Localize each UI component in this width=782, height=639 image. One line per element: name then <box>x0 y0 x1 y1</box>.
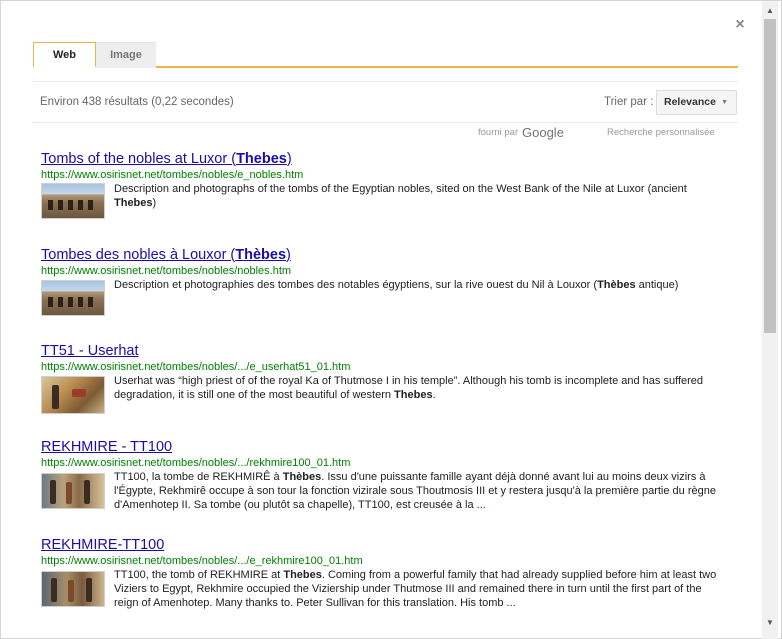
thumb-detail <box>48 200 53 210</box>
title-text: Tombes des nobles à Louxor ( <box>41 247 236 263</box>
divider <box>33 81 738 82</box>
search-dialog: × Web Image Environ 438 résultats (0,22 … <box>0 0 782 639</box>
thumb-detail <box>78 297 83 307</box>
divider <box>33 122 738 123</box>
title-text: ) <box>286 151 292 167</box>
result-url: https://www.osirisnet.net/tombes/nobles/… <box>41 457 351 469</box>
snippet-ellipsis: ... <box>476 499 486 511</box>
result-thumbnail[interactable] <box>41 376 105 414</box>
result-url: https://www.osirisnet.net/tombes/nobles/… <box>41 361 351 373</box>
scrollbar-thumb[interactable] <box>764 19 776 333</box>
result-thumbnail[interactable] <box>41 571 105 607</box>
result-snippet: TT100, la tombe de REKHMIRÊ à Thèbes. Is… <box>114 470 728 512</box>
search-result: REKHMIRE-TT100 https://www.osirisnet.net… <box>41 537 731 609</box>
result-thumbnail[interactable] <box>41 280 105 316</box>
title-text: REKHMIRE-TT100 <box>41 537 165 553</box>
tab-image[interactable]: Image <box>96 42 156 68</box>
thumb-detail <box>66 482 72 504</box>
google-logo: Google <box>522 125 564 140</box>
thumb-detail <box>72 389 86 397</box>
snippet-highlight: Thebes <box>114 197 153 209</box>
scrollbar[interactable]: ▲ ▼ <box>762 1 778 639</box>
title-text: Tombs of the nobles at Luxor ( <box>41 151 237 167</box>
snippet-ellipsis: ... <box>506 597 516 609</box>
chevron-up-icon[interactable]: ▲ <box>762 4 778 18</box>
thumb-detail <box>58 297 63 307</box>
sort-label: Trier par : <box>604 96 654 108</box>
tab-web[interactable]: Web <box>33 42 96 68</box>
result-count: Environ 438 résultats (0,22 secondes) <box>40 96 234 108</box>
chevron-down-icon: ▼ <box>721 99 728 106</box>
thumb-detail <box>68 200 73 210</box>
sort-select[interactable]: Relevance ▼ <box>656 90 737 115</box>
snippet-text: Description et photographies des tombes … <box>114 279 598 291</box>
thumb-detail <box>52 385 59 409</box>
thumb-detail <box>48 297 53 307</box>
search-result: REKHMIRE - TT100 https://www.osirisnet.n… <box>41 439 731 511</box>
title-highlight: Thèbes <box>235 247 287 263</box>
result-title-link[interactable]: REKHMIRE - TT100 <box>41 439 731 456</box>
thumb-detail <box>68 580 74 602</box>
thumb-detail <box>84 480 90 504</box>
close-icon[interactable]: × <box>733 17 747 33</box>
search-result: TT51 - Userhat https://www.osirisnet.net… <box>41 343 731 414</box>
snippet-text: TT100, la tombe de REKHMIRÊ à <box>114 471 283 483</box>
snippet-highlight: Thebes <box>283 569 322 581</box>
snippet-highlight: Thebes <box>394 389 433 401</box>
title-text: ) <box>286 247 291 263</box>
result-snippet: Userhat was “high priest of of the royal… <box>114 374 728 402</box>
result-title-link[interactable]: Tombes des nobles à Louxor (Thèbes) <box>41 247 731 264</box>
result-thumbnail[interactable] <box>41 183 105 219</box>
snippet-text: . <box>432 389 436 401</box>
result-title-link[interactable]: TT51 - Userhat <box>41 343 731 360</box>
tab-bar: Web Image <box>33 42 738 68</box>
thumb-detail <box>50 480 56 504</box>
thumb-detail <box>51 578 57 602</box>
result-snippet: Description and photographs of the tombs… <box>114 182 728 210</box>
title-text: TT51 - Userhat <box>41 343 139 359</box>
thumb-detail <box>78 200 83 210</box>
snippet-text: Description and photographs of the tombs… <box>114 183 687 195</box>
result-snippet: Description et photographies des tombes … <box>114 278 728 292</box>
result-title-link[interactable]: Tombs of the nobles at Luxor (Thebes) <box>41 151 731 168</box>
result-url: https://www.osirisnet.net/tombes/nobles/… <box>41 555 363 567</box>
result-url: https://www.osirisnet.net/tombes/nobles/… <box>41 169 304 181</box>
result-title-link[interactable]: REKHMIRE-TT100 <box>41 537 731 554</box>
search-result: Tombes des nobles à Louxor (Thèbes) http… <box>41 247 731 316</box>
custom-search-label: Recherche personnalisée <box>607 127 715 138</box>
snippet-highlight: Thèbes <box>282 471 322 483</box>
title-highlight: Thebes <box>236 151 287 167</box>
thumb-detail <box>58 200 63 210</box>
powered-by-label: fourni par <box>478 127 519 138</box>
snippet-highlight: Thèbes <box>597 279 636 291</box>
thumb-detail <box>88 200 93 210</box>
result-snippet: TT100, the tomb of REKHMIRE at Thebes. C… <box>114 568 728 610</box>
snippet-text: antique) <box>635 279 679 291</box>
search-result: Tombs of the nobles at Luxor (Thebes) ht… <box>41 151 731 219</box>
sort-select-value: Relevance <box>664 96 716 108</box>
result-thumbnail[interactable] <box>41 473 105 509</box>
chevron-down-icon[interactable]: ▼ <box>762 616 778 630</box>
snippet-text: TT100, the tomb of REKHMIRE at <box>114 569 284 581</box>
thumb-detail <box>88 297 93 307</box>
title-text: REKHMIRE - TT100 <box>41 439 173 455</box>
result-url: https://www.osirisnet.net/tombes/nobles/… <box>41 265 292 277</box>
thumb-detail <box>86 578 92 602</box>
snippet-text: ) <box>152 197 157 209</box>
thumb-detail <box>68 297 73 307</box>
